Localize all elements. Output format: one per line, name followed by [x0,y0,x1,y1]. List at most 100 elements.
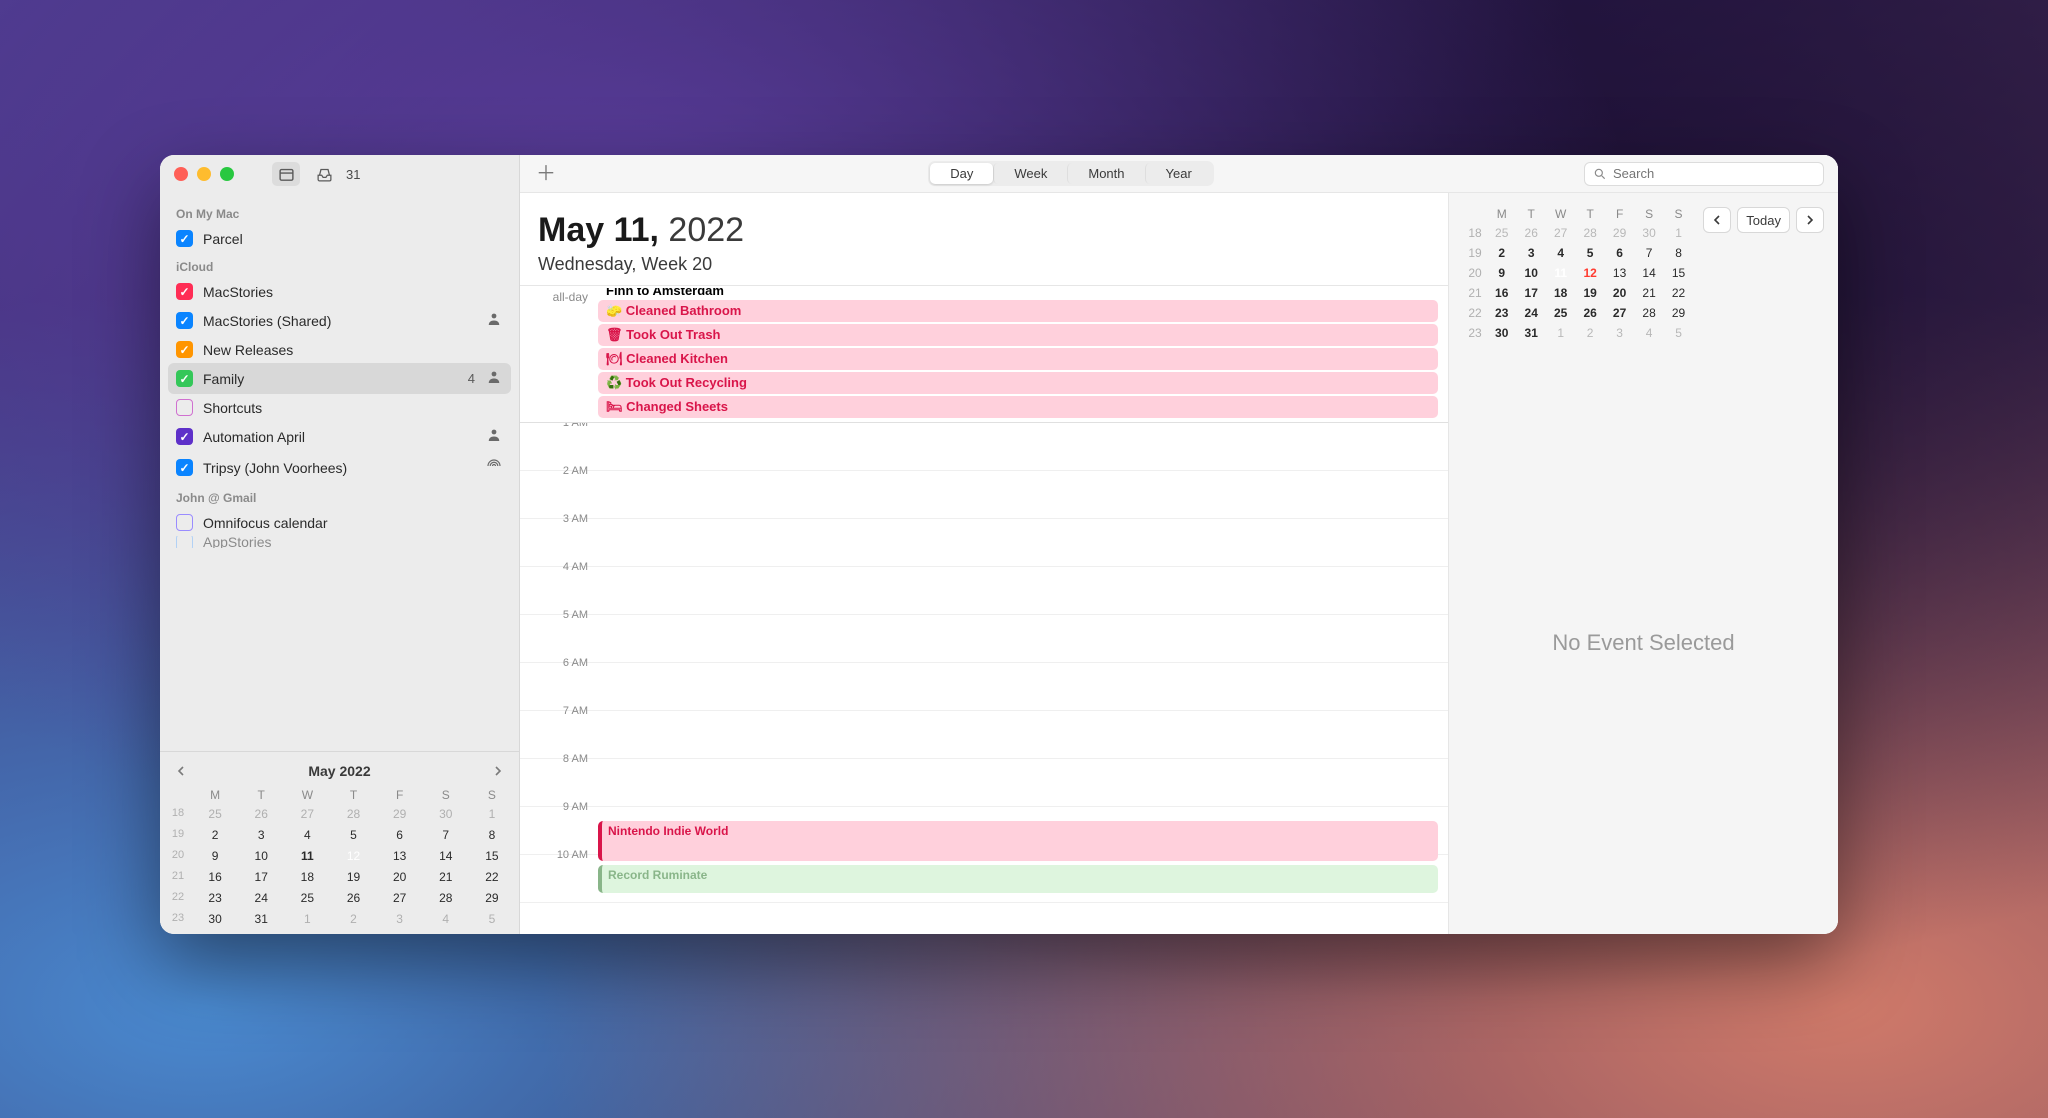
hour-row[interactable]: 1 AM [520,423,1448,471]
minical-grid[interactable]: MTWTFSS182526272829301192345678209101112… [164,788,515,928]
calendar-item[interactable]: New Releases [168,336,511,363]
calendar-checkbox[interactable] [176,514,193,531]
inspector-day[interactable]: 26 [1575,305,1604,321]
inspector-day[interactable]: 30 [1487,325,1516,341]
inspector-day[interactable]: 16 [1487,285,1516,301]
minical-day[interactable]: 10 [238,847,284,865]
calendar-item[interactable]: Automation April [168,421,511,452]
minical-day[interactable]: 5 [330,826,376,844]
minical-day[interactable]: 26 [238,805,284,823]
hour-body[interactable] [596,711,1448,758]
hour-body[interactable] [596,423,1448,470]
calendar-list[interactable]: On My MacParceliCloudMacStoriesMacStorie… [160,193,519,751]
inspector-day[interactable]: 28 [1634,305,1663,321]
inspector-day[interactable]: 6 [1605,245,1634,261]
calendar-checkbox[interactable] [176,459,193,476]
inspector-day[interactable]: 26 [1516,225,1545,241]
minical-day[interactable]: 24 [238,889,284,907]
minical-day[interactable]: 4 [423,910,469,928]
minical-day[interactable]: 27 [377,889,423,907]
hour-row[interactable]: 2 AM [520,471,1448,519]
hour-row[interactable]: 10 AMRecord Ruminate [520,855,1448,903]
inspector-day[interactable]: 2 [1487,245,1516,261]
timed-event[interactable]: Record Ruminate [598,865,1438,893]
inspector-day[interactable]: 31 [1516,325,1545,341]
inspector-day[interactable]: 17 [1516,285,1545,301]
minical-day[interactable]: 20 [377,868,423,886]
hour-row[interactable]: 8 AM [520,759,1448,807]
hour-grid[interactable]: 1 AM2 AM3 AM4 AM5 AM6 AM7 AM8 AM9 AMNint… [520,423,1448,934]
calendar-checkbox[interactable] [176,283,193,300]
next-day-button[interactable] [1796,207,1824,233]
calendar-checkbox[interactable] [176,341,193,358]
inspector-day[interactable]: 21 [1634,285,1663,301]
hour-body[interactable]: Record Ruminate [596,855,1448,902]
inspector-day[interactable]: 24 [1516,305,1545,321]
minical-day[interactable]: 31 [238,910,284,928]
calendar-checkbox[interactable] [176,428,193,445]
inspector-day[interactable]: 23 [1487,305,1516,321]
minical-day[interactable]: 2 [330,910,376,928]
calendar-item[interactable]: MacStories [168,278,511,305]
inspector-day[interactable]: 11 [1546,265,1575,281]
inspector-day[interactable]: 27 [1546,225,1575,241]
close-button[interactable] [174,167,188,181]
hour-row[interactable]: 7 AM [520,711,1448,759]
inspector-day[interactable]: 29 [1605,225,1634,241]
inbox-button[interactable] [310,162,338,186]
minical-day[interactable]: 4 [284,826,330,844]
minical-day[interactable]: 30 [192,910,238,928]
allday-event[interactable]: 🧽 Cleaned Bathroom [598,300,1438,322]
inspector-day[interactable]: 8 [1664,245,1693,261]
view-year-button[interactable]: Year [1145,163,1212,184]
minical-day[interactable]: 29 [469,889,515,907]
inspector-day[interactable]: 15 [1664,265,1693,281]
hour-body[interactable] [596,567,1448,614]
view-week-button[interactable]: Week [993,163,1067,184]
minical-day[interactable]: 18 [284,868,330,886]
calendars-toggle-button[interactable] [272,162,300,186]
calendar-checkbox[interactable] [176,399,193,416]
minical-day[interactable]: 8 [469,826,515,844]
hour-row[interactable]: 4 AM [520,567,1448,615]
inspector-day[interactable]: 4 [1546,245,1575,261]
inspector-day[interactable]: 2 [1575,325,1604,341]
inspector-day[interactable]: 30 [1634,225,1663,241]
minical-day[interactable]: 9 [192,847,238,865]
minical-day[interactable]: 15 [469,847,515,865]
inspector-day[interactable]: 4 [1634,325,1663,341]
search-field[interactable] [1584,162,1824,186]
view-day-button[interactable]: Day [930,163,993,184]
calendar-checkbox[interactable] [176,370,193,387]
inspector-day[interactable]: 27 [1605,305,1634,321]
minical-day[interactable]: 12 [330,847,376,865]
inspector-cal-grid[interactable]: MTWTFSS182526272829301192345678209101112… [1463,207,1693,341]
minical-day[interactable]: 22 [469,868,515,886]
allday-event[interactable]: ♻️ Took Out Recycling [598,372,1438,394]
minical-day[interactable]: 21 [423,868,469,886]
minical-day[interactable]: 2 [192,826,238,844]
allday-event[interactable]: 🗑 Took Out Trash [598,324,1438,346]
hour-row[interactable]: 3 AM [520,519,1448,567]
inspector-day[interactable]: 18 [1546,285,1575,301]
inspector-day[interactable]: 25 [1546,305,1575,321]
add-event-button[interactable]: ＋ [534,162,558,186]
inspector-day[interactable]: 28 [1575,225,1604,241]
minical-day[interactable]: 29 [377,805,423,823]
inspector-day[interactable]: 5 [1575,245,1604,261]
allday-event[interactable]: Finn to Amsterdam [598,288,1438,298]
minical-day[interactable]: 1 [284,910,330,928]
inspector-day[interactable]: 10 [1516,265,1545,281]
inspector-day[interactable]: 3 [1605,325,1634,341]
hour-body[interactable] [596,759,1448,806]
inspector-day[interactable]: 29 [1664,305,1693,321]
calendar-item[interactable]: Omnifocus calendar [168,509,511,536]
hour-body[interactable] [596,519,1448,566]
inspector-day[interactable]: 1 [1664,225,1693,241]
minical-day[interactable]: 25 [284,889,330,907]
minical-day[interactable]: 25 [192,805,238,823]
inspector-day[interactable]: 14 [1634,265,1663,281]
inspector-day[interactable]: 13 [1605,265,1634,281]
inspector-day[interactable]: 5 [1664,325,1693,341]
inspector-day[interactable]: 1 [1546,325,1575,341]
